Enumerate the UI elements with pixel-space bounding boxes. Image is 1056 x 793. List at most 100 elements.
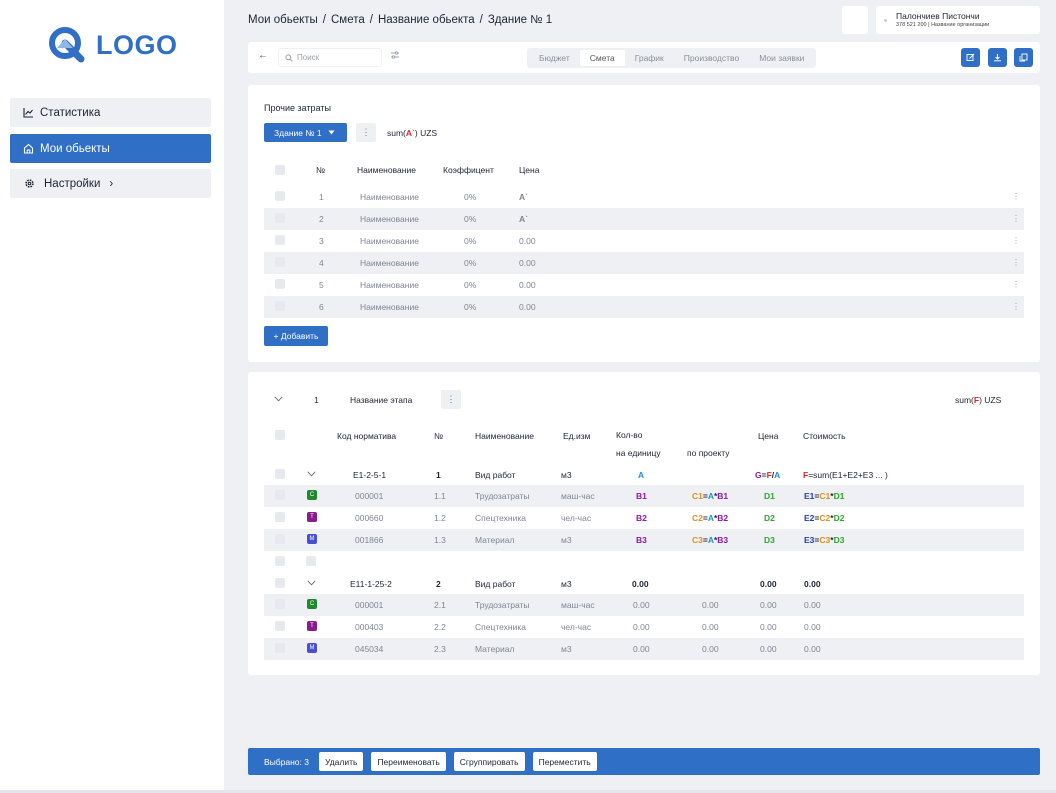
row-kebab-icon[interactable]: ⋮ [1012, 214, 1020, 223]
tab-budget[interactable]: Бюджет [529, 50, 580, 66]
row-coefficient: 0% [464, 214, 477, 224]
kebab-menu-icon[interactable]: ⋮ [441, 390, 461, 409]
row-number: 2.2 [434, 622, 446, 632]
sidebar: LOGO Статистика Мои обьекты Настройки › [0, 0, 224, 793]
row-kebab-icon[interactable]: ⋮ [1012, 280, 1020, 289]
delete-button[interactable]: Удалить [318, 752, 364, 771]
group-qty-formula: A [638, 470, 645, 480]
search-input[interactable]: Поиск [278, 48, 382, 67]
sum-prefix: sum( [387, 128, 406, 138]
logo-icon [48, 26, 86, 64]
user-name: Палончиев Пистончи [896, 11, 980, 21]
search-icon [285, 53, 293, 62]
back-arrow-icon[interactable]: ← [258, 50, 268, 61]
row-coefficient: 0% [464, 236, 477, 246]
sidebar-item-my-objects[interactable]: Мои обьекты [10, 134, 211, 163]
formula-part: =sum(E1+E2+E3 ... ) [808, 470, 888, 480]
row-kebab-icon[interactable]: ⋮ [1012, 302, 1020, 311]
chevron-down-icon[interactable] [307, 580, 316, 586]
caret-down-icon [328, 130, 335, 135]
row-checkbox[interactable] [275, 512, 285, 522]
group-button[interactable]: Сгруппировать [453, 752, 525, 771]
group-number: 1 [436, 470, 441, 480]
sidebar-item-statistics[interactable]: Статистика [10, 98, 211, 127]
notifications-button[interactable] [842, 6, 868, 34]
row-number: 1.3 [434, 535, 446, 545]
row-checkbox[interactable] [275, 556, 285, 566]
gear-icon [25, 179, 34, 188]
row-checkbox[interactable] [275, 599, 285, 609]
rename-button[interactable]: Переименовать [371, 752, 446, 771]
row-checkbox[interactable] [275, 578, 285, 588]
user-profile[interactable]: Палончиев Пистончи 378 521 200 | Названи… [876, 6, 1040, 34]
labor-badge: C [307, 490, 317, 500]
row-unit: маш-час [561, 491, 595, 501]
tab-schedule[interactable]: График [625, 50, 674, 66]
logo[interactable]: LOGO [48, 26, 178, 64]
formula-part: D2 [833, 513, 845, 523]
download-button[interactable] [988, 48, 1007, 67]
row-name: Наименование [360, 280, 419, 290]
row-kebab-icon[interactable]: ⋮ [1012, 258, 1020, 267]
copy-button[interactable] [1014, 48, 1033, 67]
column-header-number: № [316, 165, 326, 175]
row-checkbox[interactable] [275, 257, 285, 267]
group-name: Вид работ [475, 579, 516, 589]
logo-text: LOGO [96, 29, 178, 60]
row-checkbox[interactable] [275, 534, 285, 544]
home-icon [23, 143, 34, 154]
tab-estimate[interactable]: Смета [579, 50, 625, 66]
column-header-unit: Ед.изм [563, 431, 591, 441]
filter-icon[interactable] [390, 50, 400, 62]
row-cost: 0.00 [804, 600, 821, 610]
breadcrumb-item[interactable]: Название обьекта [378, 14, 475, 26]
row-kebab-icon[interactable]: ⋮ [1012, 236, 1020, 245]
formula-part: B3 [717, 535, 729, 545]
breadcrumb-item[interactable]: Смета [331, 14, 365, 26]
row-name: Наименование [360, 236, 419, 246]
row-checkbox[interactable] [275, 235, 285, 245]
formula-part: E2 [804, 513, 815, 523]
row-kebab-icon[interactable]: ⋮ [1012, 192, 1020, 201]
row-checkbox[interactable] [275, 490, 285, 500]
move-button[interactable]: Переместить [532, 752, 597, 771]
formula-part: E3 [804, 535, 815, 545]
row-checkbox[interactable] [275, 469, 285, 479]
formula-part: C1 [692, 491, 703, 501]
row-checkbox[interactable] [275, 213, 285, 223]
add-button[interactable]: + Добавить [264, 326, 328, 346]
tab-production[interactable]: Производство [674, 50, 749, 66]
row-qty-formula: B1 [636, 491, 647, 501]
row-code: 000403 [355, 622, 384, 632]
edit-button[interactable] [961, 48, 980, 67]
row-checkbox[interactable] [275, 621, 285, 631]
row-checkbox[interactable] [275, 643, 285, 653]
row-cost-formula: E2=C2*D2 [804, 513, 844, 523]
select-all-checkbox[interactable] [275, 165, 285, 175]
select-all-checkbox[interactable] [275, 430, 285, 440]
row-number: 5 [319, 280, 324, 290]
equipment-badge: T [307, 512, 317, 522]
kebab-menu-icon[interactable]: ⋮ [356, 123, 376, 142]
formula-part: C2 [692, 513, 703, 523]
chevron-down-icon[interactable] [274, 396, 283, 402]
building-select-button[interactable]: Здание № 1 [264, 123, 347, 142]
tab-my-requests[interactable]: Мои заявки [749, 50, 814, 66]
selected-count: Выбрано: 3 [264, 756, 309, 767]
row-checkbox[interactable] [275, 191, 285, 201]
row-checkbox[interactable] [306, 556, 316, 566]
row-name: Наименование [360, 214, 419, 224]
chevron-down-icon[interactable] [307, 471, 316, 477]
sidebar-item-settings[interactable]: Настройки › [10, 169, 211, 198]
column-header-coefficient: Коэффицент [443, 165, 494, 175]
group-code: E1-2-5-1 [353, 470, 387, 480]
row-name: Наименование [360, 192, 419, 202]
row-price: 0.00 [760, 600, 777, 610]
row-checkbox[interactable] [275, 279, 285, 289]
formula-part: G [755, 470, 762, 480]
other-costs-card: Прочие затраты Здание № 1 ⋮ sum(A`) UZS … [248, 85, 1040, 362]
row-checkbox[interactable] [275, 301, 285, 311]
row-price: A` [519, 214, 528, 224]
breadcrumb-item[interactable]: Мои обьекты [248, 14, 318, 26]
stage-card: 1 Название этапа ⋮ sum(F) UZS Код нормат… [248, 372, 1040, 675]
